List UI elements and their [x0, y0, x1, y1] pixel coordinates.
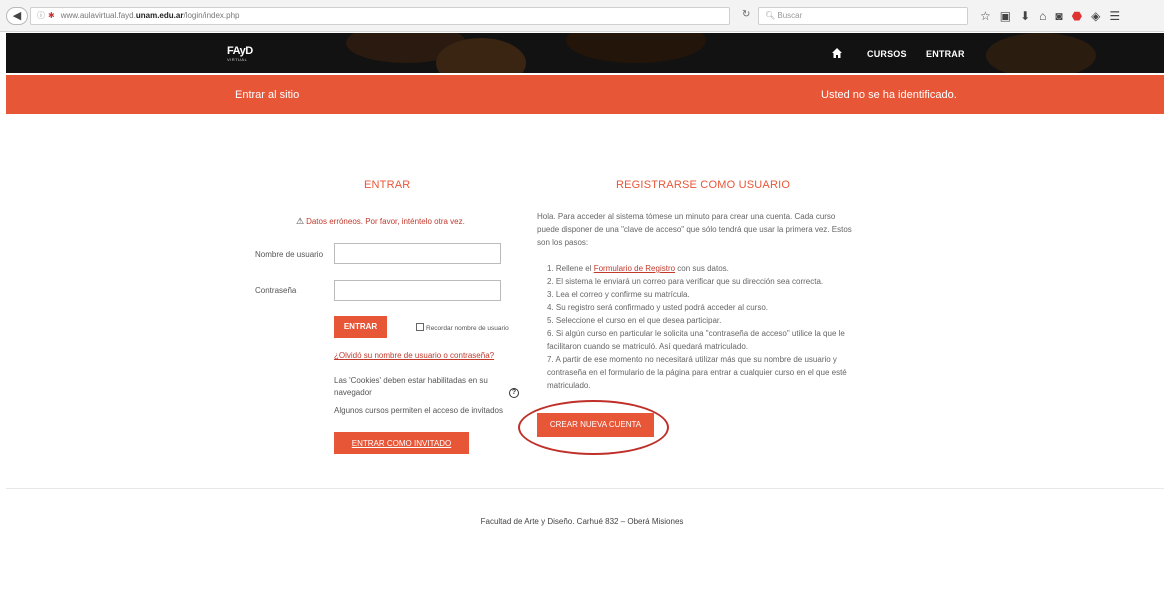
adblock-icon[interactable]: ⬣ [1072, 7, 1082, 25]
browser-toolbar-icons: ☆ ▣ ⬇ ⌂ ◙ ⬣ ◈ ☰ [980, 7, 1120, 25]
guests-note: Algunos cursos permiten el acceso de inv… [334, 406, 503, 415]
remember-checkbox[interactable] [416, 323, 424, 331]
list-item: 5. Seleccione el curso en el que desea p… [547, 316, 722, 325]
url-domain: unam.edu.ar [135, 11, 184, 20]
login-error-text: Datos erróneos. Por favor, inténtelo otr… [306, 217, 465, 226]
browser-search-input[interactable]: 🔍︎ Buscar [758, 7, 968, 25]
home-browser-icon[interactable]: ⌂ [1039, 7, 1046, 25]
password-label: Contraseña [255, 286, 297, 295]
page-banner: Entrar al sitio Usted no se ha identific… [6, 75, 1164, 114]
guest-login-button[interactable]: ENTRAR COMO INVITADO [334, 432, 469, 454]
site-logo[interactable]: FAyD VIRTUAL [227, 46, 263, 66]
menu-icon[interactable]: ☰ [1109, 7, 1120, 25]
clipboard-icon[interactable]: ▣ [1000, 7, 1011, 25]
nav-cursos-link[interactable]: CURSOS [867, 49, 907, 59]
list-item: 1. Rellene el Formulario de Registro con… [547, 264, 729, 273]
browser-toolbar: ◀ ⓘ ✱ www.aulavirtual.fayd.unam.edu.ar/log… [0, 0, 1164, 32]
home-icon[interactable] [831, 47, 843, 59]
login-heading: ENTRAR [364, 179, 411, 191]
nav-entrar-link[interactable]: ENTRAR [926, 49, 965, 59]
list-item: 3. Lea el correo y confirme su matrícula… [547, 290, 690, 299]
login-status: Usted no se ha identificado. [821, 89, 957, 101]
pocket-icon[interactable]: ◙ [1055, 7, 1062, 25]
address-bar[interactable]: ⓘ ✱ www.aulavirtual.fayd.unam.edu.ar/login… [30, 7, 730, 25]
extension-icon[interactable]: ◈ [1091, 7, 1100, 25]
list-item: 6. Si algún curso en particular le solic… [547, 329, 845, 351]
remember-username[interactable]: Recordar nombre de usuario [416, 323, 509, 333]
register-heading: REGISTRARSE COMO USUARIO [616, 179, 791, 191]
list-item: 2. El sistema le enviará un correo para … [547, 277, 824, 286]
highlight-annotation [518, 400, 669, 455]
site-header: FAyD VIRTUAL CURSOS ENTRAR [6, 33, 1164, 73]
page-title: Entrar al sitio [235, 89, 300, 101]
tracking-shield-icon[interactable]: ✱ [48, 11, 55, 20]
login-button[interactable]: ENTRAR [334, 316, 387, 338]
list-item: 4. Su registro será confirmado y usted p… [547, 303, 768, 312]
forgot-password-link[interactable]: ¿Olvidó su nombre de usuario o contraseñ… [334, 351, 494, 361]
remember-label: Recordar nombre de usuario [426, 325, 509, 332]
download-icon[interactable]: ⬇ [1020, 7, 1030, 25]
username-label: Nombre de usuario [255, 250, 324, 259]
help-icon[interactable]: ? [509, 388, 519, 398]
footer-address: Facultad de Arte y Diseño. Carhué 832 – … [480, 517, 684, 526]
url-prefix: www.aulavirtual.fayd. [60, 11, 136, 20]
reload-icon[interactable]: ↻ [742, 9, 750, 20]
url-path: /login/index.php [183, 11, 240, 20]
bookmark-star-icon[interactable]: ☆ [980, 7, 991, 25]
register-steps: 1. Rellene el Formulario de Registro con… [547, 262, 857, 392]
info-icon[interactable]: ⓘ [37, 11, 45, 20]
back-icon[interactable]: ◀ [6, 7, 28, 25]
password-input[interactable] [334, 280, 501, 301]
register-intro: Hola. Para acceder al sistema tómese un … [537, 212, 852, 247]
warning-icon: ⚠ [296, 216, 305, 226]
username-input[interactable] [334, 243, 501, 264]
login-error: ⚠ Datos erróneos. Por favor, inténtelo ot… [296, 216, 465, 227]
footer-divider [6, 488, 1164, 489]
logo-sub: VIRTUAL [227, 57, 248, 62]
search-placeholder: Buscar [777, 11, 803, 20]
list-item: 7. A partir de ese momento no necesitará… [547, 355, 847, 390]
cookies-note: Las 'Cookies' deben estar habilitadas en… [334, 376, 488, 397]
logo-main: FAyD [227, 45, 253, 57]
signup-form-link[interactable]: Formulario de Registro [594, 264, 675, 273]
